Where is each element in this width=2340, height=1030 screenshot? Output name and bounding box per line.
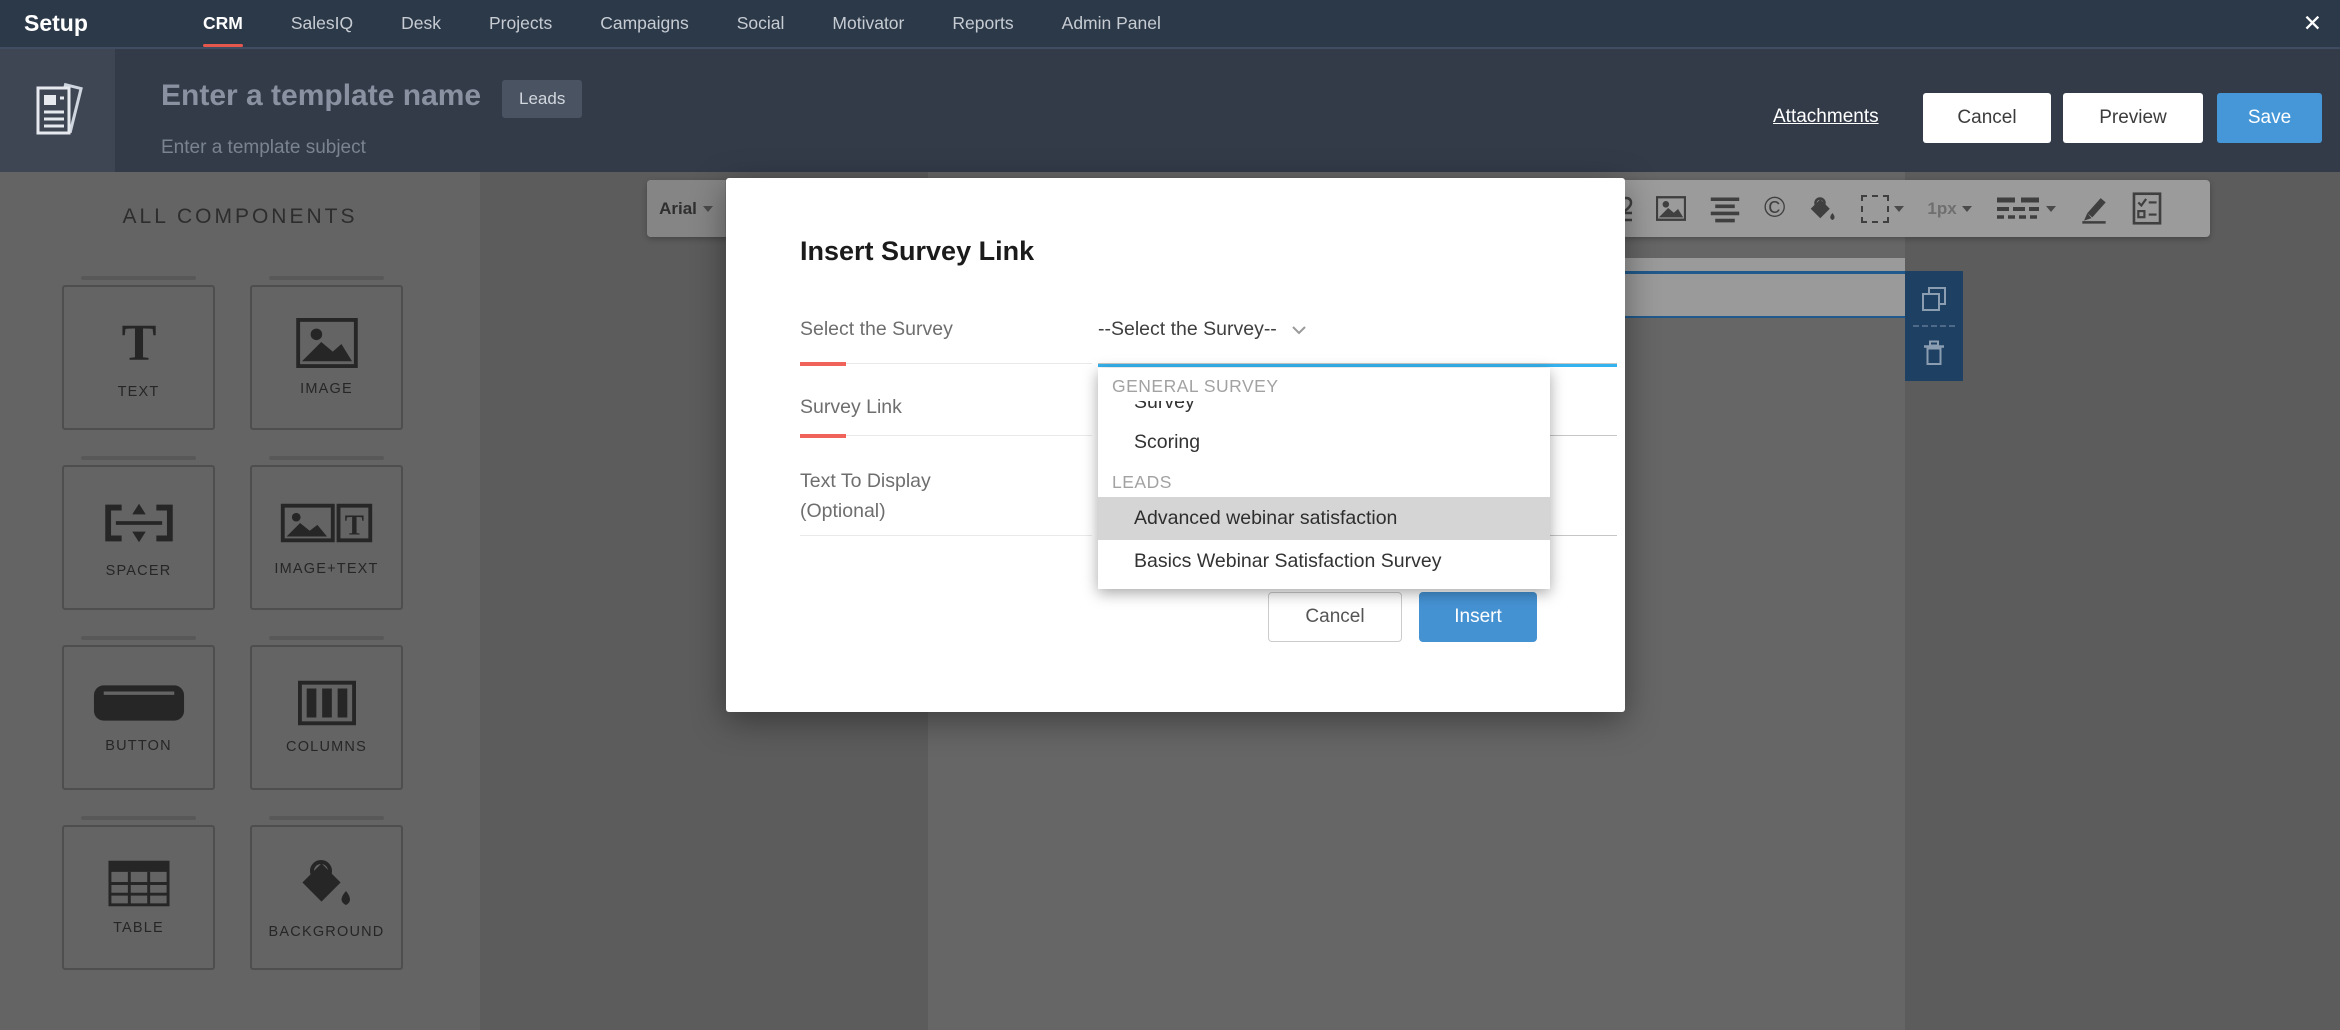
svg-text:T: T [344,510,363,542]
top-navbar: Setup CRM SalesIQ Desk Projects Campaign… [0,0,2340,47]
template-icon-panel [0,49,115,172]
background-icon [297,855,357,911]
chevron-down-icon [1894,206,1904,212]
attachments-link[interactable]: Attachments [1773,106,1879,128]
insert-image-icon[interactable] [1656,196,1686,221]
survey-select-underline [1098,363,1617,364]
select-survey-label: Select the Survey [800,318,953,341]
spacer-icon [98,496,180,550]
nav-item-reports[interactable]: Reports [952,0,1013,47]
table-icon [108,860,170,907]
survey-select[interactable]: --Select the Survey-- [1098,318,1307,341]
panel-divider [1913,325,1955,327]
save-button[interactable]: Save [2217,93,2322,143]
template-name-input[interactable]: Enter a template name [161,79,481,113]
chevron-down-icon [703,206,713,212]
survey-link-label: Survey Link [800,396,902,419]
nav-item-desk[interactable]: Desk [401,0,441,47]
app-window: Setup CRM SalesIQ Desk Projects Campaign… [0,0,2340,1030]
component-background[interactable]: BACKGROUND [250,825,403,970]
component-text[interactable]: T TEXT [62,285,215,430]
cancel-button[interactable]: Cancel [1923,93,2051,143]
font-family-dropdown[interactable]: Arial [647,180,726,237]
components-sidebar: ALL COMPONENTS T TEXT IMAGE [0,172,480,1030]
delete-icon[interactable] [1923,340,1945,366]
nav-item-salesiq[interactable]: SalesIQ [291,0,353,47]
page-title: Setup [24,0,88,47]
nav-item-projects[interactable]: Projects [489,0,552,47]
template-header: Enter a template name Leads Enter a temp… [0,47,2340,172]
dropdown-item-survey[interactable]: Survey [1098,401,1550,421]
toolbar-icon-group: © 1px [1619,180,2162,237]
button-icon [92,681,186,725]
columns-icon [298,680,356,726]
dropdown-group-leads: LEADS [1098,464,1550,497]
preview-button[interactable]: Preview [2063,93,2203,143]
template-subject-input[interactable]: Enter a template subject [161,137,366,159]
chevron-down-icon [2046,206,2056,212]
survey-dropdown-list: GENERAL SURVEY Survey Scoring LEADS Adva… [1098,368,1550,589]
components-grid: T TEXT IMAGE [62,285,403,970]
component-columns[interactable]: COLUMNS [250,645,403,790]
checklist-icon[interactable] [2132,192,2162,225]
dropdown-item-basics-webinar-satisfaction-survey[interactable]: Basics Webinar Satisfaction Survey [1098,540,1484,583]
module-badge: Leads [502,80,582,118]
dashed-border-icon [1861,195,1889,223]
line-style-icon [1995,196,2041,222]
nav-item-admin-panel[interactable]: Admin Panel [1062,0,1161,47]
border-width-dropdown[interactable]: 1px [1927,199,1971,219]
survey-link-label-underline [800,435,1092,436]
components-heading: ALL COMPONENTS [0,205,480,229]
chevron-down-icon [1291,325,1307,335]
align-center-icon[interactable] [1709,195,1741,223]
text-to-display-label-underline [800,535,1092,536]
chevron-down-icon [1962,206,1972,212]
main-nav: CRM SalesIQ Desk Projects Campaigns Soci… [203,0,1161,47]
text-to-display-label: Text To Display (Optional) [800,466,1030,526]
component-button[interactable]: BUTTON [62,645,215,790]
clone-icon[interactable] [1921,286,1947,312]
image-icon [296,318,358,368]
component-table[interactable]: TABLE [62,825,215,970]
modal-cancel-button[interactable]: Cancel [1268,592,1402,642]
dropdown-item-advanced-webinar-satisfaction[interactable]: Advanced webinar satisfaction [1098,497,1550,540]
svg-text:T: T [121,315,156,371]
modal-title: Insert Survey Link [800,236,1034,267]
dropdown-item-scoring[interactable]: Scoring [1098,421,1550,464]
component-image-text[interactable]: T IMAGE+TEXT [250,465,403,610]
nav-item-crm[interactable]: CRM [203,0,243,47]
close-icon[interactable]: ✕ [2303,0,2322,47]
copyright-icon[interactable]: © [1764,194,1785,223]
dropdown-group-general-survey: GENERAL SURVEY [1098,368,1550,401]
text-icon: T [110,315,168,371]
fill-color-icon[interactable] [1808,195,1838,223]
nav-item-campaigns[interactable]: Campaigns [600,0,689,47]
element-actions-panel [1905,271,1963,381]
image-plus-text-icon: T [280,498,374,548]
nav-item-social[interactable]: Social [737,0,785,47]
select-survey-label-underline [800,363,1092,364]
modal-insert-button[interactable]: Insert [1419,592,1537,642]
border-style-dropdown[interactable] [1861,195,1904,223]
nav-item-motivator[interactable]: Motivator [832,0,904,47]
component-spacer[interactable]: SPACER [62,465,215,610]
template-document-icon [33,81,83,141]
component-image[interactable]: IMAGE [250,285,403,430]
format-painter-icon[interactable] [2079,194,2109,224]
line-style-dropdown[interactable] [1995,196,2056,222]
